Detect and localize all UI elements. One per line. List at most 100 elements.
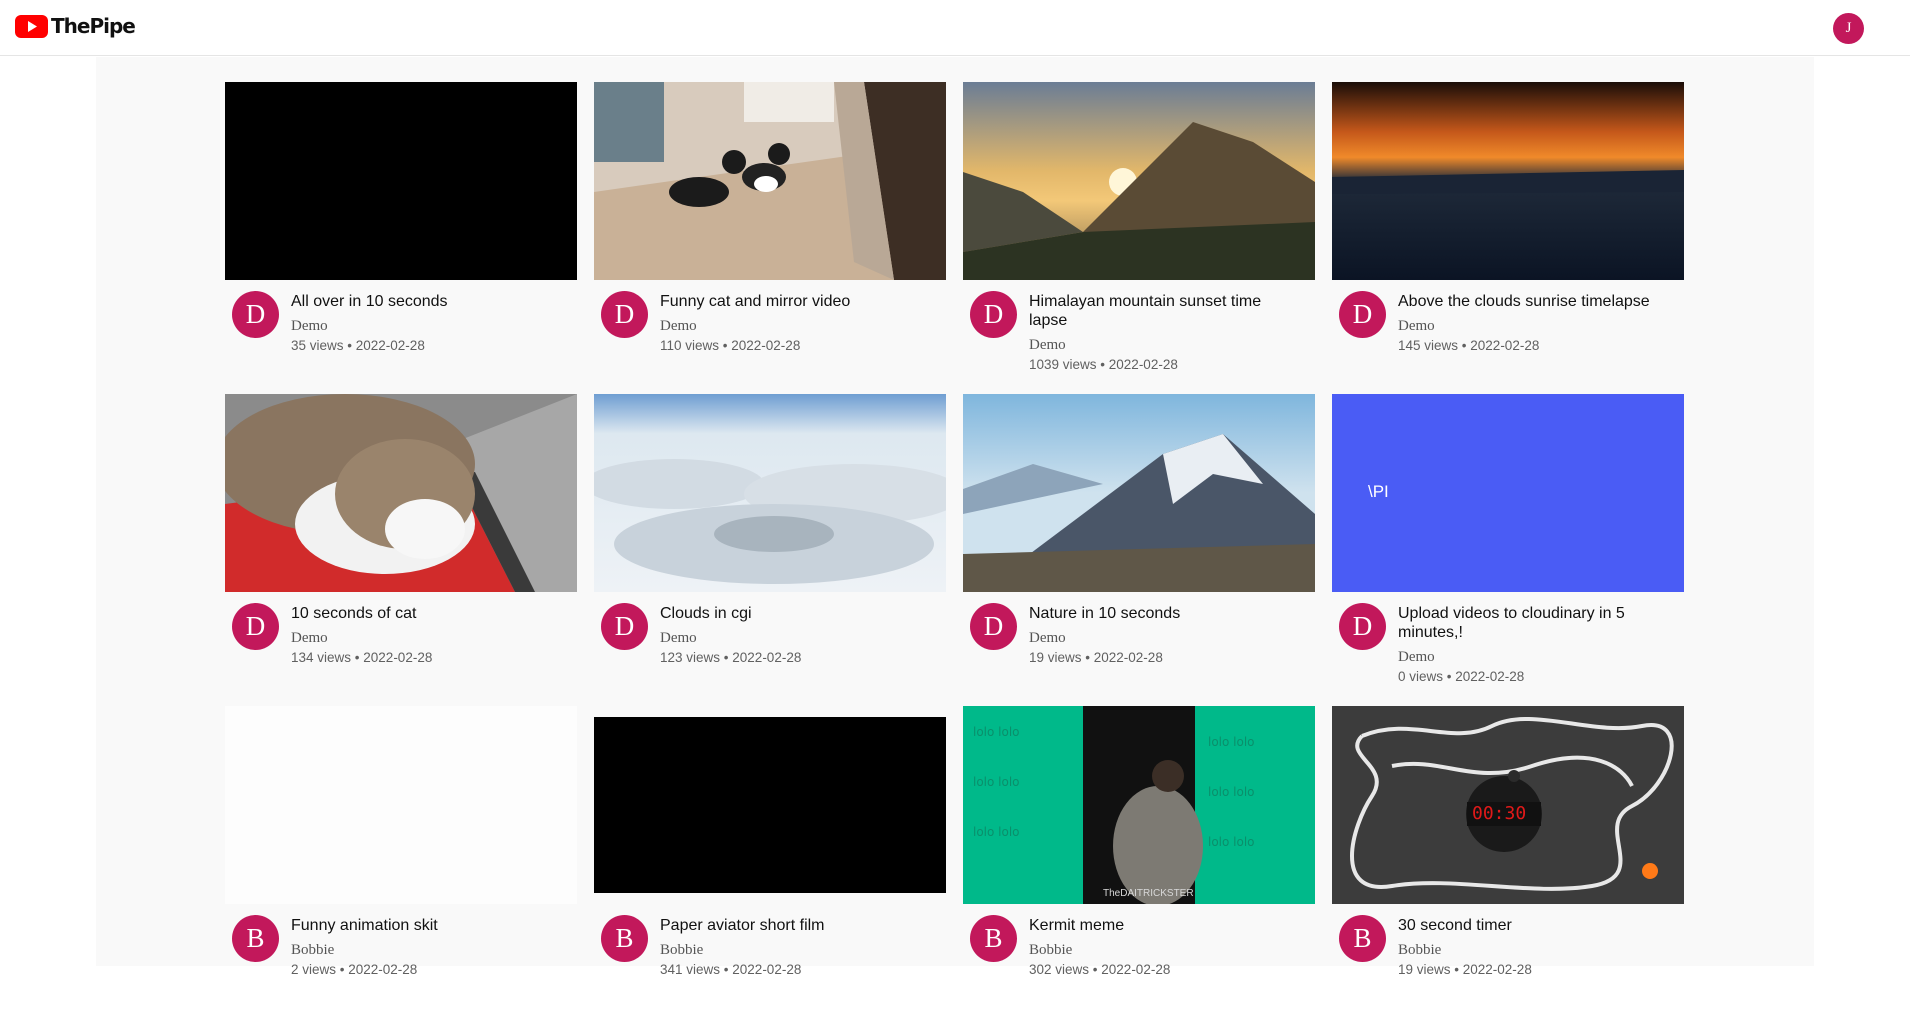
channel-avatar[interactable]: D [1339,603,1386,650]
logo[interactable]: ThePipe [15,14,136,38]
channel-name[interactable]: Demo [1029,630,1299,647]
view-count: 302 views [1029,962,1090,977]
video-thumbnail[interactable] [225,82,577,280]
view-count: 341 views [660,962,721,977]
video-card[interactable]: B Funny animation skit Bobbie 2 views • … [225,706,577,1018]
view-count: 1039 views [1029,357,1097,372]
video-card[interactable]: D Nature in 10 seconds Demo 19 views • 2… [963,394,1315,706]
channel-avatar[interactable]: D [601,603,648,650]
svg-text:lolo lolo: lolo lolo [973,775,1020,789]
video-thumbnail[interactable]: \PI [1332,394,1684,592]
channel-avatar[interactable]: B [232,915,279,962]
video-title[interactable]: Funny animation skit [291,916,561,935]
video-title[interactable]: All over in 10 seconds [291,292,561,311]
view-count: 2 views [291,962,337,977]
channel-name[interactable]: Bobbie [1029,942,1299,959]
video-title[interactable]: Nature in 10 seconds [1029,604,1299,623]
channel-name[interactable]: Demo [291,318,561,335]
svg-text:lolo lolo: lolo lolo [1208,835,1255,849]
channel-name[interactable]: Demo [1398,318,1668,335]
video-stats: 19 views • 2022-02-28 [1398,962,1532,977]
video-grid: D All over in 10 seconds Demo 35 views •… [225,82,1684,1018]
video-title[interactable]: Clouds in cgi [660,604,930,623]
upload-date: 2022-02-28 [731,338,801,353]
video-thumbnail[interactable]: lolo lolo lolo lolo lolo lolo lolo lolo lol… [963,706,1315,904]
video-stats: 1039 views • 2022-02-28 [1029,357,1178,372]
channel-avatar[interactable]: D [1339,291,1386,338]
channel-avatar[interactable]: B [601,915,648,962]
video-title[interactable]: Upload videos to cloudinary in 5 minutes… [1398,604,1668,642]
video-stats: 2 views • 2022-02-28 [291,962,418,977]
upload-date: 2022-02-28 [1455,669,1525,684]
video-title[interactable]: Kermit meme [1029,916,1299,935]
video-thumbnail[interactable] [225,706,577,904]
video-stats: 35 views • 2022-02-28 [291,338,425,353]
channel-name[interactable]: Bobbie [660,942,930,959]
channel-name[interactable]: Bobbie [1398,942,1668,959]
channel-name[interactable]: Demo [660,318,930,335]
video-thumbnail[interactable] [594,394,946,592]
top-bar: ThePipe J [0,0,1910,56]
channel-name[interactable]: Demo [1029,337,1299,354]
video-thumbnail[interactable] [594,82,946,280]
thumbnail-text: 00:30 [1472,803,1527,824]
video-thumbnail[interactable] [963,82,1315,280]
video-card[interactable]: 00:30 B 30 second timer Bobbie 19 views … [1332,706,1684,1018]
video-card[interactable]: D Himalayan mountain sunset time lapse D… [963,82,1315,394]
thumbnail-text: TheDAITRICKSTER [1103,888,1194,899]
video-thumbnail[interactable]: 00:30 [1332,706,1684,904]
view-count: 0 views [1398,669,1444,684]
upload-date: 2022-02-28 [732,962,802,977]
video-thumbnail[interactable] [225,394,577,592]
video-card[interactable]: D Above the clouds sunrise timelapse Dem… [1332,82,1684,394]
view-count: 134 views [291,650,352,665]
channel-avatar[interactable]: B [970,915,1017,962]
video-card[interactable]: D Clouds in cgi Demo 123 views • 2022-02… [594,394,946,706]
channel-name[interactable]: Bobbie [291,942,561,959]
channel-avatar[interactable]: D [232,291,279,338]
video-card[interactable]: D Funny cat and mirror video Demo 110 vi… [594,82,946,394]
channel-avatar[interactable]: D [232,603,279,650]
svg-text:lolo lolo: lolo lolo [1208,735,1255,749]
app-name: ThePipe [51,14,136,38]
video-card[interactable]: B Paper aviator short film Bobbie 341 vi… [594,706,946,1018]
upload-date: 2022-02-28 [355,338,425,353]
channel-name[interactable]: Demo [291,630,561,647]
svg-text:lolo lolo: lolo lolo [1208,785,1255,799]
user-avatar[interactable]: J [1833,13,1864,44]
channel-avatar[interactable]: D [970,291,1017,338]
video-stats: 134 views • 2022-02-28 [291,650,433,665]
video-title[interactable]: Paper aviator short film [660,916,930,935]
video-stats: 302 views • 2022-02-28 [1029,962,1171,977]
video-stats: 110 views • 2022-02-28 [660,338,801,353]
video-stats: 123 views • 2022-02-28 [660,650,802,665]
channel-avatar[interactable]: D [970,603,1017,650]
video-title[interactable]: Funny cat and mirror video [660,292,930,311]
video-title[interactable]: Above the clouds sunrise timelapse [1398,292,1668,311]
view-count: 19 views [1398,962,1451,977]
video-stats: 0 views • 2022-02-28 [1398,669,1525,684]
video-title[interactable]: 30 second timer [1398,916,1668,935]
channel-name[interactable]: Demo [660,630,930,647]
video-card[interactable]: D All over in 10 seconds Demo 35 views •… [225,82,577,394]
channel-avatar[interactable]: B [1339,915,1386,962]
video-stats: 341 views • 2022-02-28 [660,962,802,977]
video-feed: D All over in 10 seconds Demo 35 views •… [96,57,1814,977]
video-title[interactable]: 10 seconds of cat [291,604,561,623]
view-count: 123 views [660,650,721,665]
view-count: 145 views [1398,338,1459,353]
channel-name[interactable]: Demo [1398,649,1668,666]
video-card[interactable]: lolo lolo lolo lolo lolo lolo lolo lolo lol… [963,706,1315,1018]
video-card[interactable]: D 10 seconds of cat Demo 134 views • 202… [225,394,577,706]
channel-avatar[interactable]: D [601,291,648,338]
svg-text:lolo lolo: lolo lolo [973,725,1020,739]
video-thumbnail[interactable] [1332,82,1684,280]
video-title[interactable]: Himalayan mountain sunset time lapse [1029,292,1299,330]
video-thumbnail[interactable] [963,394,1315,592]
svg-text:lolo lolo: lolo lolo [973,825,1020,839]
video-thumbnail[interactable] [594,706,946,904]
view-count: 35 views [291,338,344,353]
youtube-play-icon [15,14,48,38]
video-card[interactable]: \PI D Upload videos to cloudinary in 5 m… [1332,394,1684,706]
upload-date: 2022-02-28 [1101,962,1171,977]
